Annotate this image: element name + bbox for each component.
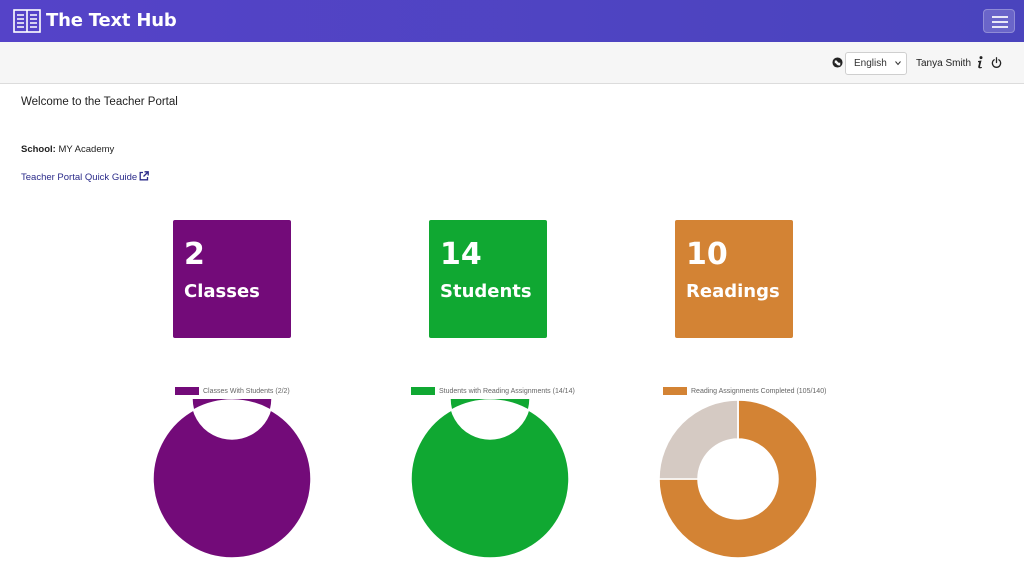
menu-toggle-button[interactable] (983, 9, 1015, 33)
donut-slice-remaining[interactable] (658, 399, 739, 480)
legend-swatch (411, 387, 435, 395)
chart-legend-readings[interactable]: Reading Assignments Completed (105/140) (663, 386, 826, 396)
stat-value: 10 (686, 237, 728, 272)
app-title[interactable]: The Text Hub (46, 10, 177, 31)
language-select[interactable]: English (845, 52, 907, 75)
book-icon[interactable] (13, 9, 41, 33)
hamburger-icon (992, 26, 1008, 28)
stat-label: Students (440, 281, 532, 302)
legend-label: Classes With Students (2/2) (203, 387, 290, 395)
school-info: School: MY Academy (21, 144, 114, 155)
donut-chart-students[interactable] (410, 399, 570, 559)
chevron-down-icon (895, 61, 901, 66)
language-selected: English (854, 58, 887, 69)
stat-value: 2 (184, 237, 205, 272)
globe-icon (832, 57, 843, 68)
external-link-icon[interactable] (139, 171, 149, 181)
legend-label: Reading Assignments Completed (105/140) (691, 387, 827, 395)
hamburger-icon (992, 21, 1008, 23)
hamburger-icon (992, 16, 1008, 18)
school-name: MY Academy (58, 144, 115, 155)
chart-legend-classes[interactable]: Classes With Students (2/2) (175, 386, 290, 396)
stat-label: Readings (686, 281, 780, 302)
legend-swatch (663, 387, 687, 395)
stat-card-classes[interactable]: 2 Classes (173, 220, 291, 338)
power-icon[interactable] (991, 57, 1002, 68)
legend-swatch (175, 387, 199, 395)
user-name[interactable]: Tanya Smith (916, 58, 971, 69)
legend-label: Students with Reading Assignments (14/14… (439, 387, 575, 395)
navbar: The Text Hub (0, 0, 1024, 42)
chart-legend-students[interactable]: Students with Reading Assignments (14/14… (411, 386, 575, 396)
stat-card-students[interactable]: 14 Students (429, 220, 547, 338)
school-label: School: (21, 144, 56, 155)
stat-value: 14 (440, 237, 482, 272)
stat-label: Classes (184, 281, 260, 302)
info-icon[interactable] (976, 56, 984, 69)
donut-chart-readings[interactable] (658, 399, 818, 559)
donut-chart-classes[interactable] (152, 399, 312, 559)
quick-guide-link[interactable]: Teacher Portal Quick Guide (21, 172, 137, 183)
stat-card-readings[interactable]: 10 Readings (675, 220, 793, 338)
page-title: Welcome to the Teacher Portal (21, 96, 178, 108)
